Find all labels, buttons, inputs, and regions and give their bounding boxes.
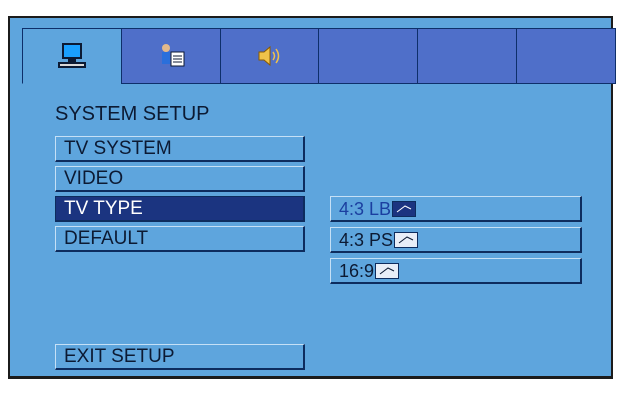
menu-title: SYSTEM SETUP xyxy=(55,103,210,125)
tv-screen-icon xyxy=(375,262,400,279)
option-label: 16:9 xyxy=(339,260,375,281)
tab-system[interactable] xyxy=(22,28,123,84)
option-16-9[interactable]: 16:9 xyxy=(330,258,582,284)
menu-item-tv-type[interactable]: TV TYPE xyxy=(55,196,305,222)
tab-empty-4[interactable] xyxy=(318,28,419,84)
monitor-icon xyxy=(58,43,87,68)
person-book-icon xyxy=(161,44,185,67)
tv-screen-icon xyxy=(394,231,419,248)
option-label: 4:3 PS xyxy=(339,229,394,250)
option-label: 4:3 LB xyxy=(339,198,392,219)
exit-setup-button[interactable]: EXIT SETUP xyxy=(55,344,305,370)
tab-bar xyxy=(22,28,617,84)
tab-audio[interactable] xyxy=(219,28,320,84)
tv-screen-icon xyxy=(392,200,417,217)
tab-empty-6[interactable] xyxy=(516,28,617,84)
speaker-icon xyxy=(258,45,280,67)
tab-language[interactable] xyxy=(120,28,222,84)
menu-item-tv-system[interactable]: TV SYSTEM xyxy=(55,136,305,162)
tab-empty-5[interactable] xyxy=(417,28,518,84)
menu-item-default[interactable]: DEFAULT xyxy=(55,226,305,252)
option-4-3-lb[interactable]: 4:3 LB xyxy=(330,196,582,222)
option-4-3-ps[interactable]: 4:3 PS xyxy=(330,227,582,253)
menu-item-video[interactable]: VIDEO xyxy=(55,166,305,192)
